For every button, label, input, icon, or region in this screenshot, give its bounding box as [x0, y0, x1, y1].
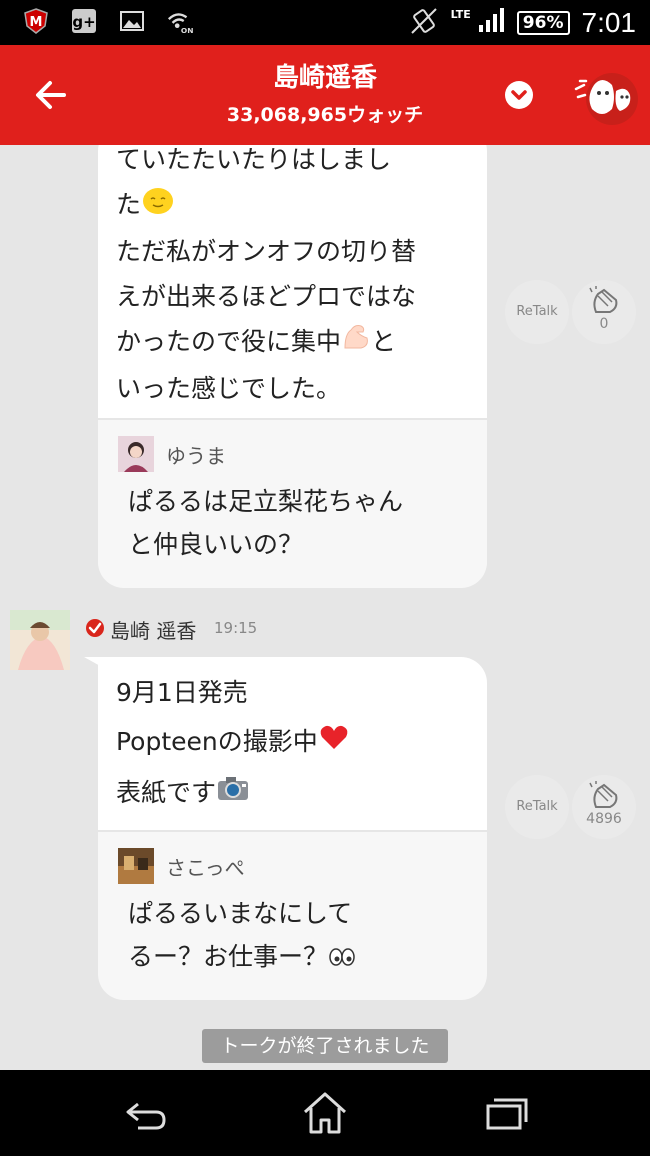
signal-icon	[477, 7, 505, 38]
clap-count: 4896	[586, 811, 622, 827]
back-nav-icon[interactable]	[120, 1090, 170, 1136]
sender-name: 島崎 遥香	[110, 619, 197, 643]
navigation-bar	[0, 1070, 650, 1156]
message-line: いった感じでした。	[116, 373, 342, 403]
image-icon	[118, 7, 146, 35]
talk-ended-notice: トークが終了されました	[202, 1029, 448, 1063]
reply-card: ゆうま ぱるるは足立梨花ちゃん と仲良いいの？	[98, 418, 487, 588]
page-title: 島崎遥香	[272, 63, 377, 93]
message-line: 9月1日発売	[116, 678, 248, 707]
google-plus-icon: g+	[70, 7, 98, 35]
wifi-on-icon: ON	[166, 7, 194, 35]
retalk-button[interactable]: ReTalk	[505, 280, 569, 344]
clap-button[interactable]: 0	[572, 280, 636, 344]
chevron-down-icon[interactable]	[505, 81, 533, 109]
chat-timeline[interactable]: ていたたいたりはしまし た ただ私がオンオフの切り替 えが出来るほどプロではな …	[0, 145, 650, 1070]
network-type: LTE	[450, 8, 471, 21]
heart-emoji-icon	[318, 718, 350, 768]
verified-icon	[85, 618, 105, 638]
camera-emoji-icon	[216, 769, 250, 819]
reply-line: と仲良いいの？	[128, 530, 304, 559]
battery-indicator: 96%	[516, 10, 570, 35]
reply-card: さこっぺ ぱるるいまなにして るー？お仕事ー？	[98, 830, 487, 1000]
svg-text:M: M	[30, 15, 43, 30]
message-line: かったので役に集中と	[98, 319, 487, 366]
reply-line: ぱるるいまなにして	[128, 899, 353, 928]
status-bar: M g+ ON LTE 96% 7:01	[0, 0, 650, 45]
message-time: 19:15	[214, 619, 258, 637]
mascot-icon[interactable]	[572, 67, 638, 127]
avatar	[118, 848, 154, 884]
home-nav-icon[interactable]	[300, 1090, 350, 1136]
clap-count: 0	[599, 316, 609, 332]
vibrate-icon	[409, 6, 439, 40]
message-line: た	[98, 182, 487, 229]
eyes-emoji-icon	[328, 937, 356, 980]
clap-icon	[588, 286, 622, 316]
clap-button[interactable]: 4896	[572, 775, 636, 839]
app-header: 島崎遥香 33,068,965ウォッチ	[0, 45, 650, 145]
svg-text:g+: g+	[72, 13, 95, 31]
message-line: 表紙です	[98, 768, 487, 819]
smiley-emoji-icon	[141, 184, 175, 229]
mcafee-icon: M	[22, 7, 50, 35]
reply-line: るー？お仕事ー？	[128, 935, 356, 980]
reply-line: ぱるるは足立梨花ちゃん	[128, 487, 404, 516]
reply-username: さこっぺ	[166, 856, 245, 880]
clap-icon	[588, 781, 622, 811]
reply-username: ゆうま	[166, 444, 226, 468]
avatar	[118, 436, 154, 472]
retalk-button[interactable]: ReTalk	[505, 775, 569, 839]
watch-count: 33,068,965ウォッチ	[226, 104, 424, 126]
message-line: えが出来るほどプロではな	[116, 281, 417, 311]
recent-apps-icon[interactable]	[482, 1090, 532, 1136]
message-line: ていたたいたりはしまし	[116, 145, 392, 174]
clock: 7:01	[581, 6, 637, 38]
message-line: ただ私がオンオフの切り替	[116, 236, 417, 266]
message-line: Popteenの撮影中	[98, 717, 487, 768]
message-bubble: 9月1日発売 Popteenの撮影中 表紙です	[98, 657, 487, 832]
svg-text:ON: ON	[181, 26, 194, 35]
avatar[interactable]	[10, 610, 70, 670]
flexed-arm-emoji-icon	[341, 320, 371, 366]
